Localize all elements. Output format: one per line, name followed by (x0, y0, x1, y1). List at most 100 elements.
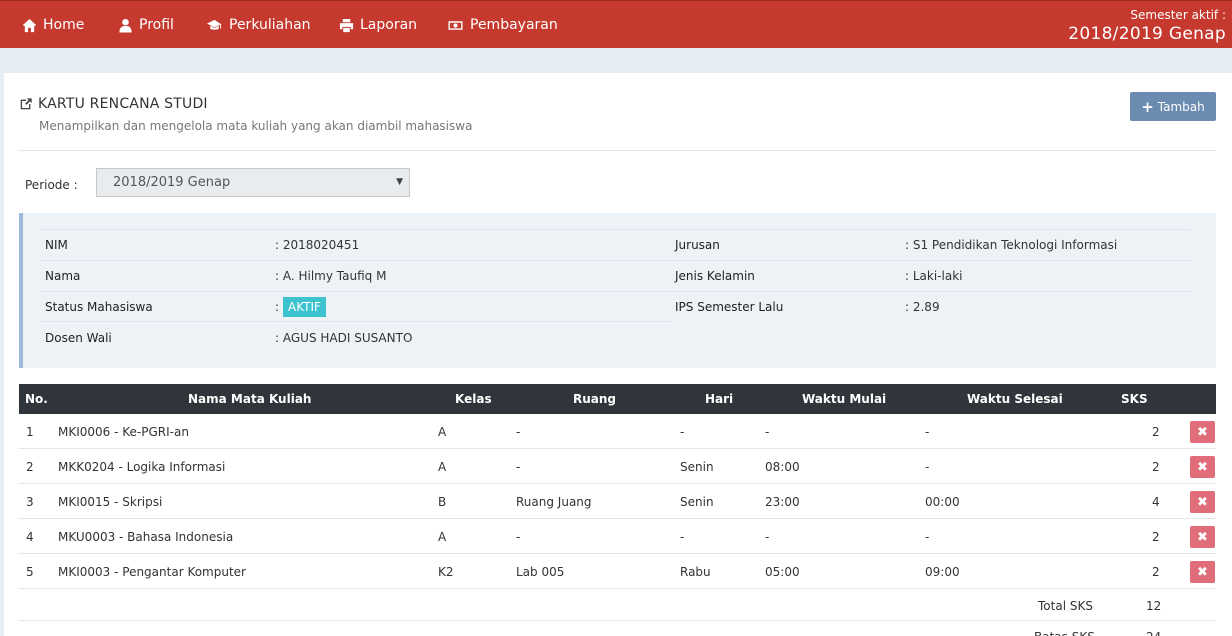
home-icon (22, 18, 37, 32)
status-badge-wrap: AKTIF (283, 296, 326, 317)
periode-label: Periode : (25, 178, 78, 192)
info-row-jurusan: Jurusan : S1 Pendidikan Teknologi Inform… (671, 229, 1190, 260)
table-row: 2 MKK0204 - Logika Informasi A - Senin 0… (19, 449, 1216, 484)
cell-no: 2 (26, 459, 34, 474)
cell-ruang: - (516, 459, 521, 474)
nav-profil[interactable]: Profil (118, 1, 174, 49)
nav-perkuliahan[interactable]: Perkuliahan (206, 1, 311, 49)
cell-nama: MKU0003 - Bahasa Indonesia (58, 529, 234, 544)
cell-waktu-selesai: - (925, 424, 930, 439)
col-header-waktu-mulai: Waktu Mulai (802, 392, 887, 406)
jenis-kelamin-value: : Laki-laki (905, 269, 963, 283)
krs-panel: KARTU RENCANA STUDI Menampilkan dan meng… (4, 73, 1232, 636)
info-row-ips: IPS Semester Lalu : 2.89 (671, 291, 1190, 322)
status-label: Status Mahasiswa (45, 299, 153, 314)
jurusan-label: Jurusan (675, 238, 720, 252)
cell-sks: 2 (1152, 564, 1160, 579)
info-row-nama: Nama : A. Hilmy Taufiq M (41, 260, 671, 291)
active-semester: Semester aktif : 2018/2019 Genap (1068, 7, 1226, 45)
nav-laporan-label: Laporan (360, 17, 418, 33)
cell-nama: MKI0006 - Ke-PGRI-an (58, 424, 189, 439)
cell-waktu-mulai: - (765, 529, 770, 544)
cell-sks: 2 (1152, 459, 1160, 474)
money-icon (448, 20, 463, 30)
jurusan-value: : S1 Pendidikan Teknologi Informasi (905, 238, 1118, 252)
total-sks-row: Total SKS 12 (19, 590, 1216, 621)
close-icon: ✖ (1197, 459, 1208, 475)
batas-sks-row: Batas SKS 24 (19, 621, 1216, 636)
cell-sks: 4 (1152, 494, 1160, 509)
nav-pembayaran-label: Pembayaran (470, 17, 558, 33)
periode-selected-value: 2018/2019 Genap (113, 175, 231, 190)
info-row-status: Status Mahasiswa : AKTIF (41, 291, 671, 322)
divider (19, 150, 1216, 151)
cell-waktu-mulai: 23:00 (765, 494, 800, 509)
table-row: 5 MKI0003 - Pengantar Komputer K2 Lab 00… (19, 554, 1216, 589)
nim-value: : 2018020451 (275, 238, 360, 252)
print-icon (339, 18, 354, 32)
info-row-dosen: Dosen Wali : AGUS HADI SUSANTO (41, 322, 671, 353)
nim-label: NIM (45, 238, 68, 252)
ips-value: : 2.89 (905, 300, 940, 314)
cell-sks: 2 (1152, 424, 1160, 439)
info-row-nim: NIM : 2018020451 (41, 229, 671, 260)
add-button[interactable]: + Tambah (1130, 92, 1216, 121)
delete-button[interactable]: ✖ (1190, 456, 1215, 478)
course-table-header: No. Nama Mata Kuliah Kelas Ruang Hari Wa… (19, 384, 1216, 414)
cell-waktu-selesai: 09:00 (925, 564, 960, 579)
delete-button[interactable]: ✖ (1190, 421, 1215, 443)
nama-value: : A. Hilmy Taufiq M (275, 269, 387, 283)
close-icon: ✖ (1197, 424, 1208, 440)
plus-icon: + (1141, 97, 1154, 116)
nav-home[interactable]: Home (22, 1, 84, 49)
page-title: KARTU RENCANA STUDI (19, 96, 208, 112)
delete-button[interactable]: ✖ (1190, 561, 1215, 583)
table-row: 4 MKU0003 - Bahasa Indonesia A - - - - 2… (19, 519, 1216, 554)
cell-hari: - (680, 424, 685, 439)
col-header-kelas: Kelas (455, 392, 492, 406)
nav-pembayaran[interactable]: Pembayaran (447, 1, 558, 49)
cell-ruang: - (516, 424, 521, 439)
periode-select[interactable]: 2018/2019 Genap ▼ (96, 168, 410, 197)
nav-profil-label: Profil (139, 17, 174, 33)
cell-kelas: K2 (438, 564, 454, 579)
cell-hari: Senin (680, 494, 714, 509)
chevron-down-icon: ▼ (396, 177, 403, 187)
page-subtitle: Menampilkan dan mengelola mata kuliah ya… (39, 119, 473, 133)
nav-laporan[interactable]: Laporan (339, 1, 417, 49)
cell-kelas: A (438, 459, 447, 474)
delete-button[interactable]: ✖ (1190, 526, 1215, 548)
col-header-no: No. (25, 392, 48, 406)
table-row: 1 MKI0006 - Ke-PGRI-an A - - - - 2 ✖ (19, 414, 1216, 449)
cell-waktu-selesai: 00:00 (925, 494, 960, 509)
batas-sks-value: 24 (1146, 621, 1161, 636)
delete-button[interactable]: ✖ (1190, 491, 1215, 513)
batas-sks-label: Batas SKS (1034, 621, 1095, 636)
close-icon: ✖ (1197, 564, 1208, 580)
total-sks-value: 12 (1146, 598, 1162, 613)
cell-waktu-mulai: 05:00 (765, 564, 800, 579)
col-header-hari: Hari (705, 392, 734, 406)
cell-nama: MKI0015 - Skripsi (58, 494, 163, 509)
external-link-icon (20, 98, 32, 110)
nav-home-label: Home (43, 17, 85, 33)
close-icon: ✖ (1197, 494, 1208, 510)
semester-label: Semester aktif : (1130, 8, 1226, 22)
cell-waktu-mulai: - (765, 424, 770, 439)
close-icon: ✖ (1197, 529, 1208, 545)
cell-sks: 2 (1152, 529, 1160, 544)
cell-no: 3 (26, 494, 34, 509)
col-header-nama: Nama Mata Kuliah (188, 392, 312, 406)
table-row: 3 MKI0015 - Skripsi B Ruang Juang Senin … (19, 484, 1216, 519)
col-header-waktu-selesai: Waktu Selesai (967, 392, 1063, 406)
cell-no: 5 (26, 564, 34, 579)
cell-ruang: Lab 005 (516, 564, 565, 579)
user-icon (119, 18, 132, 33)
total-sks-label: Total SKS (1038, 598, 1093, 613)
jenis-kelamin-label: Jenis Kelamin (675, 269, 755, 283)
col-header-sks: SKS (1121, 392, 1148, 406)
page-title-text: KARTU RENCANA STUDI (38, 96, 208, 112)
cell-hari: Senin (680, 459, 714, 474)
graduation-cap-icon (207, 19, 222, 30)
cell-ruang: - (516, 529, 521, 544)
